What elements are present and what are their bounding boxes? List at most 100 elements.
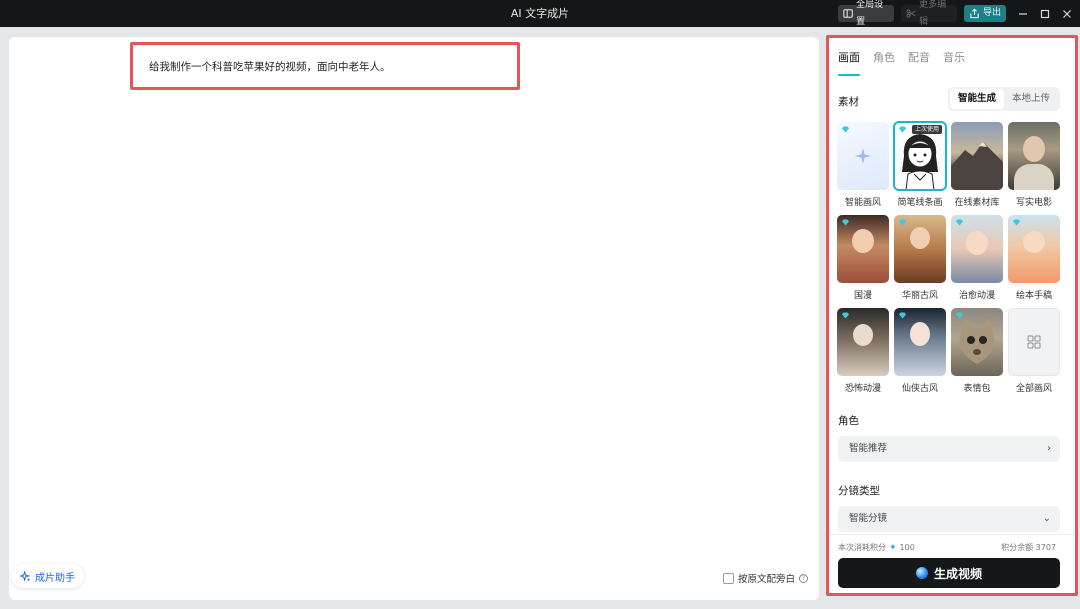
last-used-badge: 上次使用 [911, 125, 942, 134]
style-card[interactable]: 上次使用 简笔线条画 [893, 121, 947, 215]
tab-picture[interactable]: 画面 [838, 49, 860, 76]
scissors-icon [906, 9, 916, 18]
assistant-button[interactable]: 成片助手 [11, 564, 84, 588]
panel-tabs: 画面 角色 配音 音乐 [838, 49, 965, 76]
style-card[interactable]: 仙侠古风 [894, 308, 946, 401]
style-label: 表情包 [963, 384, 991, 394]
assistant-label: 成片助手 [35, 572, 75, 584]
style-label: 绘本手稿 [1015, 291, 1052, 301]
sparkle-icon [20, 570, 31, 582]
cost-value: 100 [899, 543, 915, 552]
diamond-icon [842, 312, 849, 319]
shot-type-select[interactable]: 智能分镜 ⌄ [838, 506, 1060, 532]
style-card[interactable]: 全部画风 [1008, 308, 1060, 401]
diamond-icon [899, 126, 906, 133]
diamond-icon [842, 219, 849, 226]
shot-type-value: 智能分镜 [849, 513, 888, 524]
grid-icon [1027, 335, 1041, 349]
script-editor[interactable]: 给我制作一个科普吃苹果好的视频，面向中老年人。 成片助手 按原文配旁白 ? [9, 37, 819, 600]
style-label: 全部画风 [1015, 384, 1052, 394]
title-bar: AI 文字成片 全局设置 更多编辑 导出 [0, 0, 1080, 27]
style-thumb [894, 308, 946, 376]
export-label: 导出 [983, 8, 1002, 18]
style-thumb: 上次使用 [893, 121, 947, 191]
style-label: 智能画风 [844, 198, 881, 208]
shot-type-title: 分镜类型 [838, 485, 880, 497]
sparkle-icon [855, 148, 871, 164]
global-settings-label: 全局设置 [856, 0, 884, 27]
style-label: 国漫 [853, 291, 872, 301]
style-card[interactable]: 恐怖动漫 [837, 308, 889, 401]
role-value: 智能推荐 [849, 443, 888, 454]
credit-icon: ✦ [889, 542, 897, 553]
style-label: 在线素材库 [954, 198, 1000, 208]
style-thumb [837, 215, 889, 283]
style-grid: 智能画风 上次使用 简笔线条画 在线素材库 写实电影 国漫 华丽古风 治愈动漫 … [837, 121, 1063, 401]
style-card[interactable]: 国漫 [837, 215, 889, 308]
generate-label: 生成视频 [933, 566, 982, 581]
portrait-face [1023, 136, 1045, 162]
style-label: 华丽古风 [901, 291, 938, 301]
style-label: 简笔线条画 [897, 198, 943, 208]
style-thumb [951, 215, 1003, 283]
narration-option[interactable]: 按原文配旁白 ? [723, 571, 809, 585]
material-title: 素材 [838, 96, 859, 108]
tab-music[interactable]: 音乐 [943, 49, 965, 76]
portrait-body [1014, 164, 1054, 190]
style-thumb [1008, 122, 1060, 190]
tab-voice[interactable]: 配音 [908, 49, 930, 76]
diamond-icon [956, 312, 963, 319]
generate-video-button[interactable]: 生成视频 [838, 558, 1060, 588]
tab-role[interactable]: 角色 [873, 49, 895, 76]
diamond-icon [899, 312, 906, 319]
source-mode-toggle: 智能生成 本地上传 [948, 87, 1060, 111]
footer-divider [829, 534, 1075, 535]
portrait-face [853, 324, 873, 346]
style-thumb [894, 215, 946, 283]
role-select[interactable]: 智能推荐 › [838, 436, 1060, 462]
mode-local-upload[interactable]: 本地上传 [1004, 89, 1058, 109]
style-card[interactable]: 治愈动漫 [951, 215, 1003, 308]
cost-info: 本次消耗积分 ✦ 100 [838, 542, 915, 553]
role-title: 角色 [838, 415, 859, 427]
help-icon[interactable]: ? [799, 573, 809, 583]
style-label: 仙侠古风 [901, 384, 938, 394]
chevron-down-icon: ⌄ [1042, 513, 1051, 524]
style-card[interactable]: 写实电影 [1008, 122, 1060, 215]
style-label: 写实电影 [1015, 198, 1052, 208]
global-settings-button[interactable]: 全局设置 [838, 0, 894, 27]
settings-panel: 画面 角色 配音 音乐 素材 智能生成 本地上传 智能画风 上次使用 简笔线条画… [826, 35, 1078, 596]
style-thumb [837, 308, 889, 376]
more-edit-label: 更多编辑 [919, 0, 947, 27]
diamond-icon [1013, 219, 1020, 226]
diamond-icon [956, 219, 963, 226]
portrait-face [852, 229, 874, 253]
style-card[interactable]: 绘本手稿 [1008, 215, 1060, 308]
narration-checkbox[interactable] [723, 572, 734, 584]
close-button[interactable] [1054, 0, 1080, 27]
more-edit-button[interactable]: 更多编辑 [901, 0, 957, 27]
export-button[interactable]: 导出 [964, 5, 1006, 22]
style-thumb [951, 122, 1003, 190]
portrait-face [1023, 231, 1045, 253]
minimize-icon [1019, 12, 1027, 15]
style-card[interactable]: 华丽古风 [894, 215, 946, 308]
mountain-image [951, 142, 1003, 190]
style-card[interactable]: 在线素材库 [951, 122, 1003, 215]
chevron-right-icon: › [1047, 443, 1051, 454]
portrait-face [910, 322, 930, 346]
style-thumb [1008, 215, 1060, 283]
prompt-highlight: 给我制作一个科普吃苹果好的视频，面向中老年人。 [130, 42, 520, 90]
portrait-face [910, 227, 930, 249]
style-card[interactable]: 表情包 [951, 308, 1003, 401]
close-icon [1063, 9, 1071, 18]
style-card[interactable]: 智能画风 [837, 122, 889, 215]
maximize-icon [1040, 9, 1050, 18]
style-thumb [951, 308, 1003, 376]
prompt-text[interactable]: 给我制作一个科普吃苹果好的视频，面向中老年人。 [149, 59, 391, 74]
mode-smart-generate[interactable]: 智能生成 [950, 89, 1004, 109]
style-thumb [837, 122, 889, 190]
cost-label: 本次消耗积分 [838, 543, 886, 552]
portrait-face [966, 231, 988, 255]
narration-label: 按原文配旁白 [738, 574, 796, 585]
